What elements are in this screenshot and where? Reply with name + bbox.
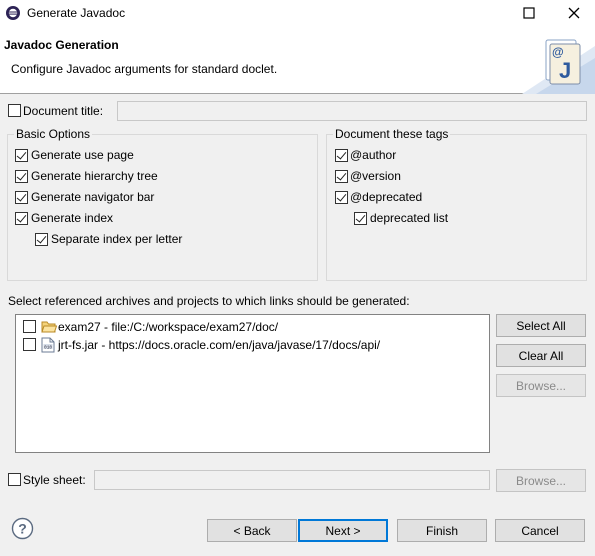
close-button[interactable] (551, 0, 595, 26)
document-title-checkbox[interactable] (8, 104, 21, 117)
links-browse-button[interactable]: Browse... (496, 374, 586, 397)
style-sheet-input[interactable] (94, 470, 490, 490)
generate-index-checkbox[interactable] (15, 212, 28, 225)
help-icon[interactable]: ? (11, 517, 34, 540)
window-title: Generate Javadoc (27, 6, 126, 20)
svg-text:@: @ (552, 45, 564, 59)
back-button[interactable]: < Back (207, 519, 297, 542)
exam27-link-label: exam27 - file:/C:/workspace/exam27/doc/ (58, 320, 279, 334)
svg-text:?: ? (18, 521, 27, 537)
select-all-button[interactable]: Select All (496, 314, 586, 337)
svg-text:J: J (559, 58, 571, 83)
basic-options-title: Basic Options (14, 127, 93, 141)
deprecated-list-label: deprecated list (370, 211, 449, 225)
cancel-button[interactable]: Cancel (495, 519, 585, 542)
links-list[interactable]: exam27 - file:/C:/workspace/exam27/doc/ … (15, 314, 490, 453)
generate-use-page-checkbox[interactable] (15, 149, 28, 162)
separate-index-per-letter-label: Separate index per letter (51, 232, 183, 246)
next-button[interactable]: Next > (298, 519, 388, 542)
finish-button[interactable]: Finish (397, 519, 487, 542)
jar-file-icon: 010 (41, 337, 55, 353)
close-icon (568, 7, 580, 19)
document-title-input[interactable] (117, 101, 587, 121)
maximize-button[interactable] (506, 0, 552, 26)
eclipse-app-icon (6, 6, 20, 20)
author-tag-checkbox[interactable] (335, 149, 348, 162)
banner-description: Configure Javadoc arguments for standard… (11, 62, 278, 76)
generate-use-page-label: Generate use page (31, 148, 134, 162)
window-titlebar: Generate Javadoc (0, 0, 595, 26)
deprecated-list-checkbox[interactable] (354, 212, 367, 225)
style-sheet-checkbox[interactable] (8, 473, 21, 486)
author-tag-label: @author (350, 148, 397, 162)
maximize-icon (523, 7, 535, 19)
banner-title: Javadoc Generation (4, 38, 119, 52)
svg-text:010: 010 (44, 344, 52, 350)
version-tag-label: @version (350, 169, 401, 183)
generate-hierarchy-tree-label: Generate hierarchy tree (31, 169, 158, 183)
list-item[interactable]: 010 jrt-fs.jar - https://docs.oracle.com… (16, 336, 486, 354)
style-sheet-browse-button[interactable]: Browse... (496, 469, 586, 492)
generate-navigator-bar-label: Generate navigator bar (31, 190, 155, 204)
generate-navigator-bar-checkbox[interactable] (15, 191, 28, 204)
javadoc-wizard-icon: @ J (522, 39, 595, 94)
document-tags-title: Document these tags (333, 127, 451, 141)
wizard-banner: Javadoc Generation Configure Javadoc arg… (0, 26, 595, 94)
list-item[interactable]: exam27 - file:/C:/workspace/exam27/doc/ (16, 318, 486, 336)
clear-all-button[interactable]: Clear All (496, 344, 586, 367)
generate-hierarchy-tree-checkbox[interactable] (15, 170, 28, 183)
links-label: Select referenced archives and projects … (8, 294, 410, 308)
separate-index-per-letter-checkbox[interactable] (35, 233, 48, 246)
version-tag-checkbox[interactable] (335, 170, 348, 183)
exam27-link-checkbox[interactable] (23, 320, 36, 333)
style-sheet-label: Style sheet: (23, 473, 86, 487)
jrt-fs-link-label: jrt-fs.jar - https://docs.oracle.com/en/… (58, 338, 381, 352)
generate-index-label: Generate index (31, 211, 114, 225)
deprecated-tag-checkbox[interactable] (335, 191, 348, 204)
folder-icon (41, 321, 57, 333)
deprecated-tag-label: @deprecated (350, 190, 423, 204)
jrt-fs-link-checkbox[interactable] (23, 338, 36, 351)
document-title-label: Document title: (23, 104, 104, 118)
